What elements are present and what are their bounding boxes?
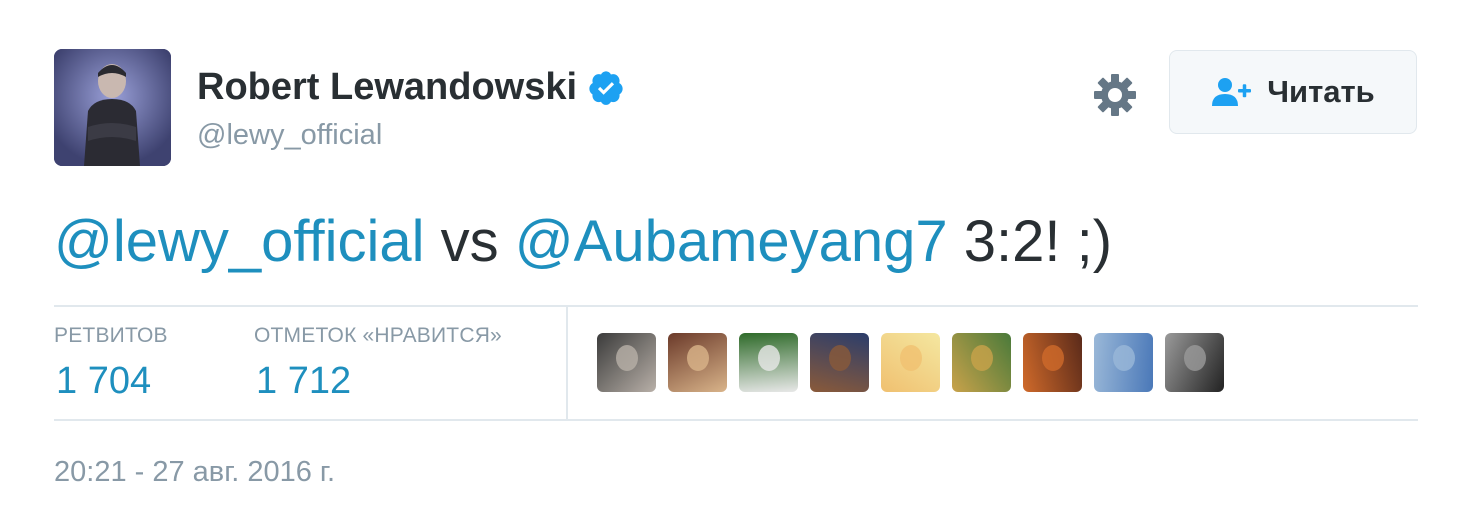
liker-avatar-figure [615, 345, 638, 371]
liker-avatar-figure [1112, 345, 1135, 371]
author-name-row[interactable]: Robert Lewandowski [197, 66, 625, 109]
liker-avatar[interactable] [1165, 333, 1224, 392]
settings-gear-icon[interactable] [1090, 70, 1140, 120]
liker-avatar[interactable] [739, 333, 798, 392]
tweet-text-mid: vs [424, 209, 515, 274]
retweets-label: РЕТВИТОВ [54, 324, 168, 347]
tweet-text-end: 3:2! ;) [947, 209, 1113, 274]
tweet-timestamp[interactable]: 20:21 - 27 авг. 2016 г. [54, 456, 335, 489]
verified-badge-icon [589, 70, 623, 105]
stats-bottom-divider [54, 419, 1418, 421]
likes-count[interactable]: 1 712 [256, 360, 351, 403]
liker-avatar-figure [686, 345, 709, 371]
liker-avatar[interactable] [668, 333, 727, 392]
liker-avatar-figure [899, 345, 922, 371]
retweets-count[interactable]: 1 704 [56, 360, 151, 403]
follow-user-plus-icon [1212, 78, 1252, 106]
stats-top-divider [54, 305, 1418, 307]
likers-avatar-list [597, 333, 1224, 392]
tweet-text: @lewy_official vs @Aubameyang7 3:2! ;) [54, 208, 1112, 275]
author-name[interactable]: Robert Lewandowski [197, 66, 577, 109]
author-avatar[interactable] [54, 49, 171, 166]
follow-button-label: Читать [1267, 74, 1375, 109]
mention-link-aubameyang[interactable]: @Aubameyang7 [515, 209, 948, 274]
liker-avatar-figure [1183, 345, 1206, 371]
mention-link-lewy[interactable]: @lewy_official [54, 209, 425, 274]
likes-label: ОТМЕТОК «НРАВИТСЯ» [254, 324, 502, 347]
liker-avatar[interactable] [597, 333, 656, 392]
liker-avatar-figure [757, 345, 780, 371]
author-handle[interactable]: @lewy_official [197, 119, 382, 152]
avatar-image [54, 49, 171, 166]
follow-button[interactable]: Читать [1169, 50, 1417, 134]
liker-avatar[interactable] [810, 333, 869, 392]
liker-avatar-figure [828, 345, 851, 371]
liker-avatar[interactable] [1023, 333, 1082, 392]
liker-avatar-figure [970, 345, 993, 371]
stats-vertical-divider [566, 307, 568, 420]
liker-avatar[interactable] [952, 333, 1011, 392]
liker-avatar[interactable] [881, 333, 940, 392]
liker-avatar-figure [1041, 345, 1064, 371]
liker-avatar[interactable] [1094, 333, 1153, 392]
